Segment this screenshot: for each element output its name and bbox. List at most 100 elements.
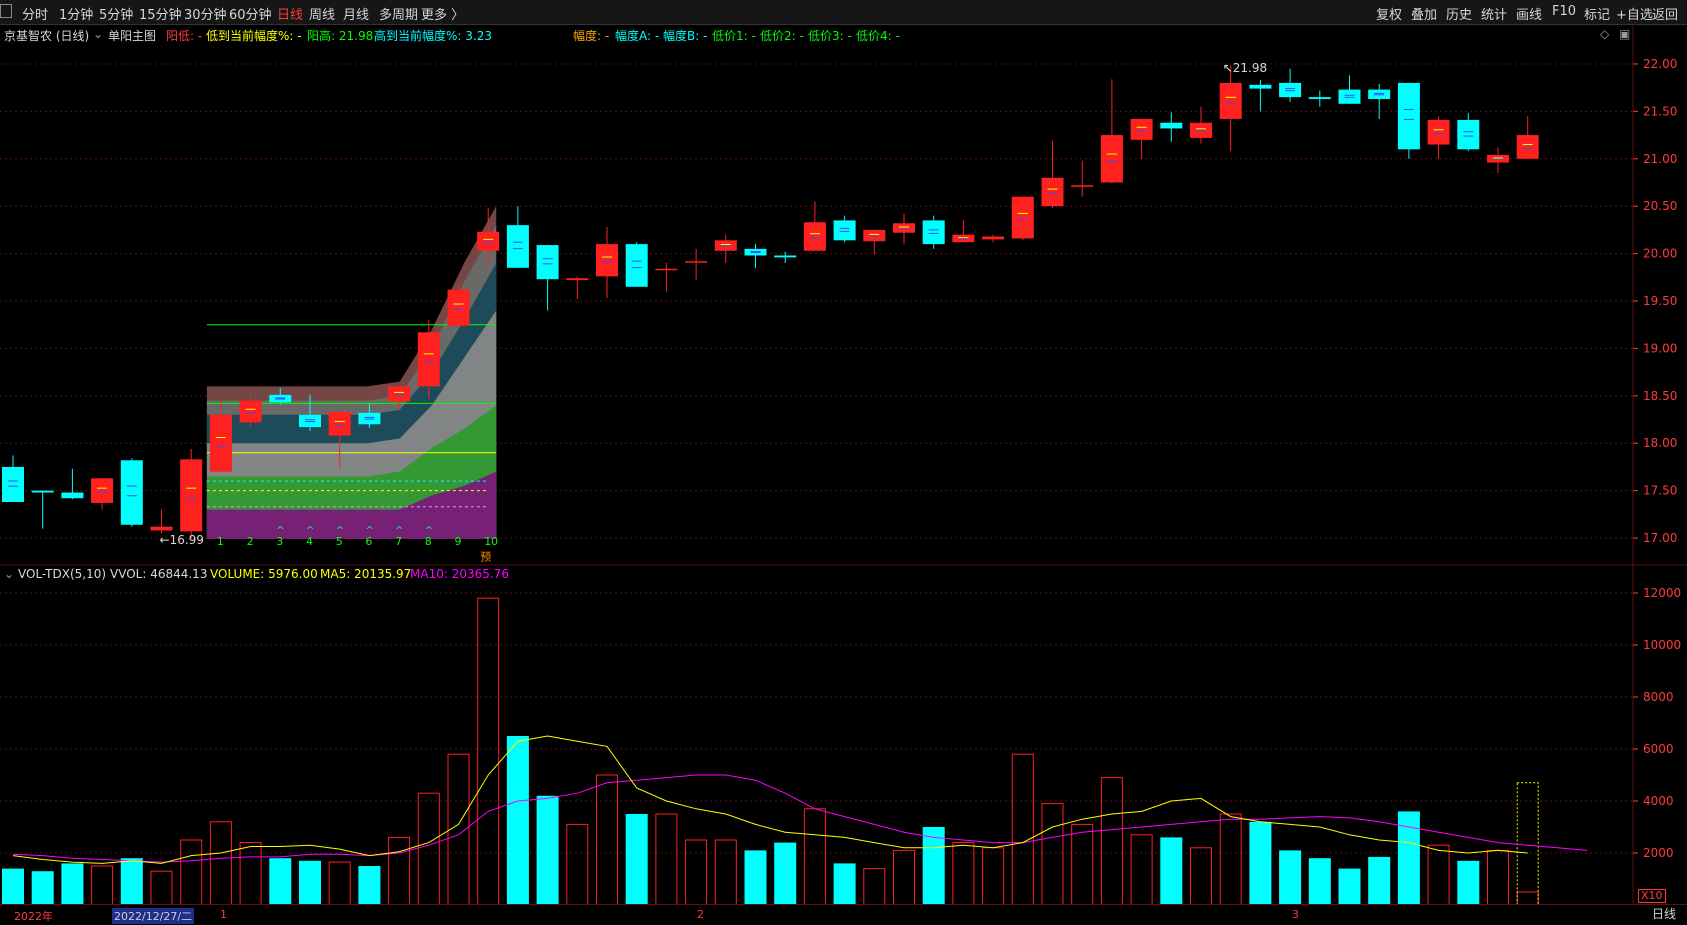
volume-bar: [1190, 847, 1212, 904]
price-tick-label: 20.50: [1643, 199, 1677, 213]
volume-bar: [803, 808, 826, 904]
zoom-level-badge[interactable]: X10: [1638, 889, 1666, 903]
volume-tick-label: 12000: [1643, 586, 1681, 600]
price-tick-label: 17.00: [1643, 531, 1677, 545]
candle-body: [1457, 119, 1480, 150]
ma10-value: MA10: 20365.76: [410, 567, 509, 581]
volume-bar: [120, 858, 143, 904]
candle-body: [685, 261, 708, 263]
tab-6[interactable]: 60分钟: [229, 4, 272, 23]
candle-body: [803, 222, 826, 251]
menu-icon[interactable]: [0, 4, 12, 18]
volume-bar: [1338, 868, 1361, 904]
tab-10[interactable]: 多周期: [379, 4, 418, 23]
tool-8[interactable]: +自选: [1616, 4, 1653, 23]
price-tick-label: 19.00: [1643, 341, 1677, 355]
volume-bar: [1516, 891, 1539, 904]
volume-bar: [1308, 858, 1331, 904]
candle-body: [61, 492, 84, 499]
tool-9[interactable]: 返回: [1652, 4, 1678, 23]
low-to-current: 低到当前幅度%: -: [206, 29, 302, 43]
count-label: 10: [484, 535, 498, 548]
ma10-line: [12, 774, 1588, 863]
count-label: 9: [455, 535, 462, 548]
volume-bar: [714, 839, 737, 904]
chevron-down-icon[interactable]: ⌄: [93, 27, 103, 41]
tab-7[interactable]: 日线: [277, 4, 303, 23]
candle-body: [239, 400, 262, 423]
candle-body: [625, 244, 648, 287]
vol-indicator-name[interactable]: VOL-TDX(5,10): [18, 567, 106, 581]
price-tick-label: 21.50: [1643, 104, 1677, 118]
ma5-value: MA5: 20135.97: [320, 567, 412, 581]
volume-bar: [358, 866, 381, 904]
tab-2[interactable]: 1分钟: [59, 4, 93, 23]
tool-1[interactable]: 复权: [1376, 4, 1402, 23]
tab-3[interactable]: 5分钟: [99, 4, 133, 23]
stock-title: 京基智农 (日线): [4, 29, 90, 43]
candle-body: [150, 526, 173, 531]
volume-bar: [863, 868, 886, 904]
candle-body: [1338, 89, 1361, 104]
volume-bar: [774, 842, 797, 904]
tool-6[interactable]: F10: [1552, 4, 1576, 19]
candle-body: [1279, 82, 1302, 98]
volume-axis: 12000 10000 8000 6000 4000 2000: [1633, 586, 1681, 860]
count-label: 3: [276, 535, 283, 548]
single-yang-band: [206, 206, 497, 539]
candle-body: [1130, 118, 1153, 140]
candle-body: [328, 411, 351, 436]
volume-bar: [1160, 837, 1183, 904]
volume-bar: [31, 871, 54, 904]
diamond-icon[interactable]: ◇: [1600, 27, 1609, 41]
candle-body: [536, 245, 559, 280]
forecast-marker: 预: [480, 550, 491, 563]
price-tick-label: 17.50: [1643, 484, 1677, 498]
chart-area[interactable]: 22.00 21.50 21.00 20.50 20.00 19.50 19.00 18.50…: [0, 25, 1687, 904]
tab-8[interactable]: 周线: [309, 4, 335, 23]
yang-low: 阳低: -: [166, 29, 203, 43]
tool-2[interactable]: 叠加: [1411, 4, 1437, 23]
count-label: 1: [217, 535, 224, 548]
price-tick-label: 21.00: [1643, 152, 1677, 166]
low-price-4: 低价4: -: [856, 29, 900, 43]
tool-7[interactable]: 标记: [1584, 4, 1610, 23]
tab-4[interactable]: 15分钟: [139, 4, 182, 23]
candle-body: [1041, 177, 1064, 207]
volume-bar: [566, 823, 589, 904]
candle-body: [180, 459, 203, 532]
volume-bar: [1487, 849, 1509, 904]
candle-body: [655, 268, 678, 271]
volume-bar: [2, 868, 24, 904]
caret-marker: ^: [336, 525, 344, 536]
volume-bar: [388, 836, 411, 904]
tab-1[interactable]: 分时: [22, 4, 48, 23]
count-label: 8: [425, 535, 432, 548]
volume-bar: [982, 847, 1005, 904]
volume-bar: [1100, 777, 1123, 904]
month-label-1: 1: [220, 908, 227, 921]
volume-tick-label: 8000: [1643, 690, 1674, 704]
candle-body: [1249, 84, 1272, 89]
window-icon[interactable]: ▣: [1619, 27, 1630, 41]
selected-date[interactable]: 2022/12/27/二: [112, 908, 195, 924]
indicator-name[interactable]: 单阳主图: [108, 27, 156, 44]
volume-ma-lines: [12, 735, 1588, 864]
tool-5[interactable]: 画线: [1516, 4, 1542, 23]
volume-value: VOLUME: 5976.00: [210, 567, 318, 581]
volume-bar: [952, 842, 975, 904]
period-label[interactable]: 日线: [1652, 905, 1676, 922]
caret-marker: ^: [306, 525, 314, 536]
vvol-value: VVOL: 46844.13: [110, 567, 208, 581]
volume-bar: [536, 795, 559, 904]
month-label-3: 3: [1292, 908, 1299, 921]
candle-body: [714, 240, 737, 251]
tool-3[interactable]: 历史: [1446, 4, 1472, 23]
volume-bar: [180, 839, 203, 904]
tool-4[interactable]: 统计: [1481, 4, 1507, 23]
vol-collapse-icon[interactable]: ⌄: [4, 567, 14, 581]
tab-11[interactable]: 更多 〉: [421, 4, 464, 23]
tab-5[interactable]: 30分钟: [184, 4, 227, 23]
tab-9[interactable]: 月线: [343, 4, 369, 23]
candle-body: [120, 460, 143, 525]
